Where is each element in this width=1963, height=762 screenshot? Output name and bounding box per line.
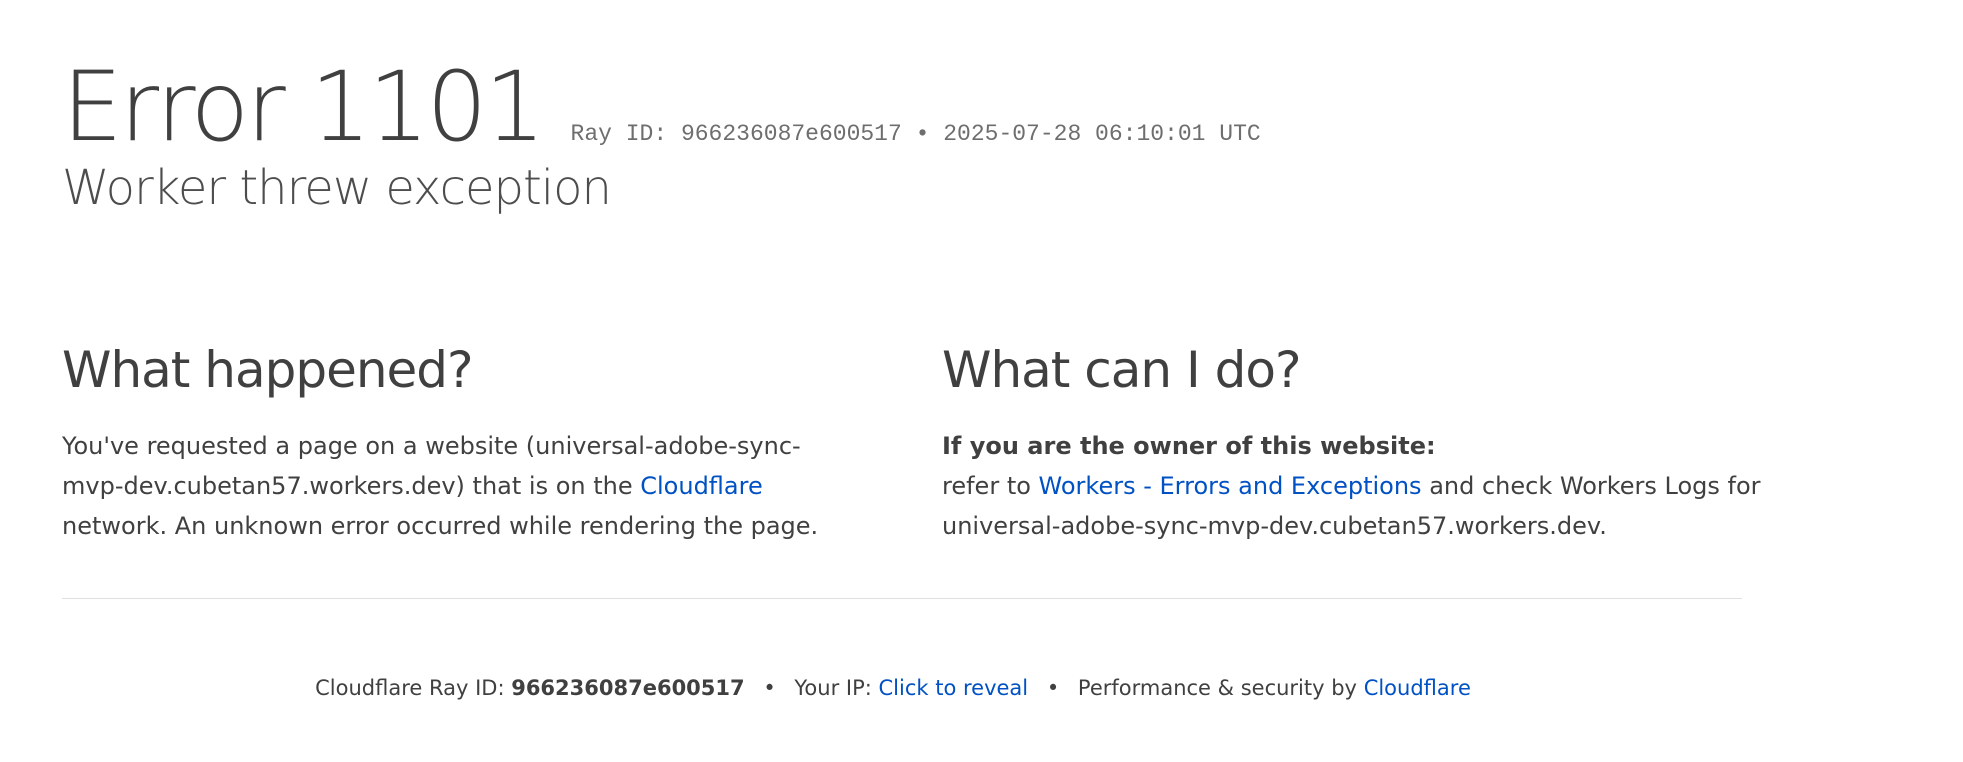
what-can-i-do-text: If you are the owner of this website: ref… xyxy=(942,426,1802,546)
error-code: Error 1101 xyxy=(62,51,546,163)
what-can-i-do-section: What can I do? If you are the owner of t… xyxy=(942,340,1802,546)
what-happened-text-end: network. An unknown error occurred while… xyxy=(62,512,819,540)
footer-ray-id: 966236087e600517 xyxy=(511,676,745,700)
what-happened-text: You've requested a page on a website (un… xyxy=(62,426,862,546)
workers-errors-link[interactable]: Workers - Errors and Exceptions xyxy=(1039,472,1422,500)
footer-ip-label: Your IP: xyxy=(794,676,872,700)
error-header: Error 1101 Ray ID: 966236087e600517 • 20… xyxy=(62,52,1762,216)
ray-id: 966236087e600517 xyxy=(680,121,902,147)
footer-separator: • xyxy=(763,676,776,700)
footer-cloudflare-link[interactable]: Cloudflare xyxy=(1364,676,1471,700)
title-row: Error 1101 Ray ID: 966236087e600517 • 20… xyxy=(62,52,1762,162)
timestamp: 2025-07-28 06:10:01 UTC xyxy=(943,121,1261,147)
footer-separator: • xyxy=(1046,676,1060,700)
what-happened-section: What happened? You've requested a page o… xyxy=(62,340,862,546)
footer-ray-label: Cloudflare Ray ID: xyxy=(315,676,505,700)
what-can-i-do-text-start: refer to xyxy=(942,472,1039,500)
what-happened-heading: What happened? xyxy=(62,341,474,399)
footer-perf-label: Performance & security by xyxy=(1077,676,1357,700)
error-subtitle: Worker threw exception xyxy=(62,160,612,216)
ray-meta: Ray ID: 966236087e600517 • 2025-07-28 06… xyxy=(571,121,1261,147)
cloudflare-link[interactable]: Cloudflare xyxy=(640,472,762,500)
owner-label: If you are the owner of this website: xyxy=(942,432,1436,460)
footer-divider xyxy=(62,598,1742,599)
error-page: Error 1101 Ray ID: 966236087e600517 • 20… xyxy=(0,0,1963,762)
footer: Cloudflare Ray ID: 966236087e600517 • Yo… xyxy=(0,672,1786,704)
ray-label: Ray ID: xyxy=(570,121,668,147)
what-can-i-do-heading: What can I do? xyxy=(942,341,1302,399)
ray-bullet: • xyxy=(915,121,930,147)
reveal-ip-link[interactable]: Click to reveal xyxy=(879,676,1029,700)
